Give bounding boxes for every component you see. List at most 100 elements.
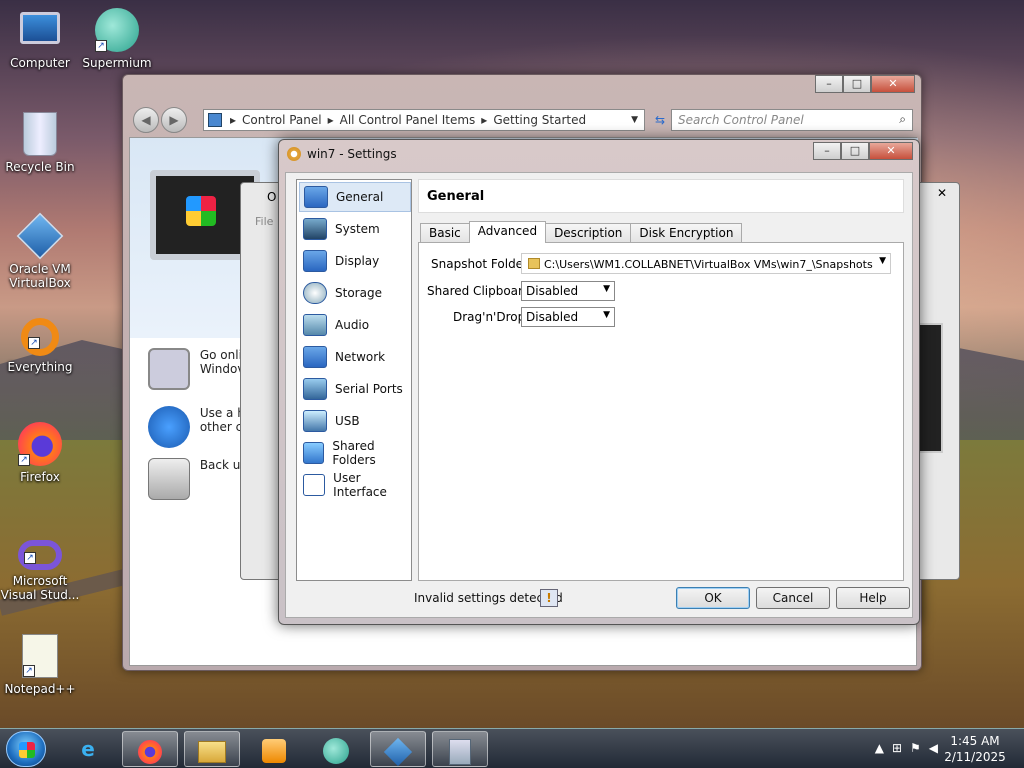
warning-icon[interactable]: ! xyxy=(540,589,558,607)
internet-explorer-taskbar-button[interactable]: e xyxy=(60,731,116,767)
explorer-taskbar-button[interactable] xyxy=(184,731,240,767)
ok-button[interactable]: OK xyxy=(676,587,750,609)
sidebar-item-label: General xyxy=(336,190,384,204)
sidebar-item-label: Audio xyxy=(335,318,370,332)
desktop-icon-virtualbox[interactable]: Oracle VM VirtualBox xyxy=(0,212,80,290)
search-placeholder: Search Control Panel xyxy=(678,113,804,127)
sidebar-item-label: Storage xyxy=(335,286,382,300)
sidebar-item-audio[interactable]: Audio xyxy=(299,310,411,340)
desktop-icon-supermium[interactable]: ↗ Supermium xyxy=(77,8,157,70)
virtualbox-icon xyxy=(383,737,413,766)
help-button[interactable]: Help xyxy=(836,587,910,609)
system-tray: ▲ ⊞ ⚑ ◀ xyxy=(875,741,938,755)
visual-studio-icon: ↗ xyxy=(18,540,62,570)
desktop-icon-label: Computer xyxy=(10,56,70,70)
close-button[interactable]: ✕ xyxy=(927,185,957,203)
chevron-down-icon: ▼ xyxy=(603,310,610,320)
desktop-icon-recycle-bin[interactable]: Recycle Bin xyxy=(0,112,80,174)
close-button[interactable]: ✕ xyxy=(871,75,915,93)
folder-icon xyxy=(528,258,540,269)
desktop-icon-computer[interactable]: Computer xyxy=(0,8,80,70)
general-icon xyxy=(304,186,328,208)
desktop-icon-firefox[interactable]: ↗ Firefox xyxy=(0,422,80,484)
show-hidden-icons-icon[interactable]: ▲ xyxy=(875,741,884,755)
taskbar-clock[interactable]: 1:45 AM 2/11/2025 xyxy=(940,733,1010,765)
clock-date: 2/11/2025 xyxy=(944,750,1006,764)
sidebar-item-serial-ports[interactable]: Serial Ports xyxy=(299,374,411,404)
sidebar-item-label: Display xyxy=(335,254,380,268)
shared-clipboard-select[interactable]: Disabled ▼ xyxy=(521,281,615,301)
sidebar-item-display[interactable]: Display xyxy=(299,246,411,276)
desktop-icon-label: Microsoft Visual Stud... xyxy=(0,574,80,602)
search-input[interactable]: Search Control Panel ⌕ xyxy=(671,109,913,131)
maximize-button[interactable]: □ xyxy=(841,142,869,160)
sidebar-item-shared-folders[interactable]: Shared Folders xyxy=(299,438,411,468)
everything-icon: ↗ xyxy=(21,318,59,356)
dialog-body: General System Display Storage Audio Net… xyxy=(285,172,913,618)
dragndrop-label: Drag'n'Drop: xyxy=(453,310,530,324)
firefox-icon xyxy=(138,739,162,764)
section-title: General xyxy=(418,179,904,213)
clock-time: 1:45 AM xyxy=(950,734,1000,748)
supermium-taskbar-button[interactable] xyxy=(308,731,364,767)
control-panel-caption-buttons: – □ ✕ xyxy=(815,75,915,93)
sidebar-item-general[interactable]: General xyxy=(299,182,411,212)
desktop-icon-everything[interactable]: ↗ Everything xyxy=(0,318,80,374)
sidebar-item-system[interactable]: System xyxy=(299,214,411,244)
dragndrop-value: Disabled xyxy=(526,310,579,324)
system-icon xyxy=(303,218,327,240)
minimize-button[interactable]: – xyxy=(815,75,843,93)
breadcrumb-separator-icon: ▸ xyxy=(230,113,237,127)
network-tray-icon[interactable]: ⊞ xyxy=(892,741,902,755)
desktop-icon-label: Everything xyxy=(7,360,73,374)
computer-icon xyxy=(20,12,60,44)
refresh-button[interactable]: ⇆ xyxy=(651,109,669,131)
minimize-button[interactable]: – xyxy=(813,142,841,160)
media-player-taskbar-button[interactable] xyxy=(246,731,302,767)
breadcrumb-item[interactable]: Getting Started xyxy=(493,113,586,127)
close-button[interactable]: ✕ xyxy=(869,142,913,160)
action-center-flag-icon[interactable]: ⚑ xyxy=(910,741,921,755)
notepad-plus-plus-icon: ↗ xyxy=(22,634,58,678)
speaker-icon xyxy=(303,314,327,336)
tab-description[interactable]: Description xyxy=(545,223,632,243)
snapshot-folder-selector[interactable]: C:\Users\WM1.COLLABNET\VirtualBox VMs\wi… xyxy=(521,253,891,274)
breadcrumb-item[interactable]: Control Panel xyxy=(242,113,322,127)
back-button[interactable]: ◀ xyxy=(133,107,159,133)
sidebar-item-label: Network xyxy=(335,350,386,364)
volume-muted-icon[interactable]: ◀ xyxy=(929,741,938,755)
address-dropdown-icon[interactable]: ▼ xyxy=(631,115,638,125)
chevron-down-icon: ▼ xyxy=(879,256,886,266)
forward-button[interactable]: ▶ xyxy=(161,107,187,133)
sidebar-item-storage[interactable]: Storage xyxy=(299,278,411,308)
breadcrumb-separator-icon: ▸ xyxy=(481,113,488,127)
address-bar[interactable]: ▸ Control Panel ▸ All Control Panel Item… xyxy=(203,109,645,131)
people-icon xyxy=(148,406,190,448)
vm-manager-menu-file[interactable]: File xyxy=(255,215,273,228)
chevron-down-icon: ▼ xyxy=(603,284,610,294)
task-label: Go onli Windov xyxy=(199,348,245,376)
tab-advanced[interactable]: Advanced xyxy=(468,221,547,243)
tab-basic[interactable]: Basic xyxy=(420,223,470,243)
tab-disk-encryption[interactable]: Disk Encryption xyxy=(630,223,743,243)
control-panel-taskbar-button[interactable] xyxy=(432,731,488,767)
sidebar-item-user-interface[interactable]: User Interface xyxy=(299,470,411,500)
settings-content: General Basic Advanced Description Disk … xyxy=(418,179,904,581)
dragndrop-select[interactable]: Disabled ▼ xyxy=(521,307,615,327)
search-icon: ⌕ xyxy=(899,112,906,126)
sidebar-item-network[interactable]: Network xyxy=(299,342,411,372)
cancel-button[interactable]: Cancel xyxy=(756,587,830,609)
shared-clipboard-value: Disabled xyxy=(526,284,579,298)
media-player-icon xyxy=(262,738,286,763)
start-button[interactable] xyxy=(6,731,46,767)
desktop-icon-visual-studio[interactable]: ↗ Microsoft Visual Stud... xyxy=(0,540,80,602)
firefox-taskbar-button[interactable] xyxy=(122,731,178,767)
maximize-button[interactable]: □ xyxy=(843,75,871,93)
desktop-icon-notepad-plus-plus[interactable]: ↗ Notepad++ xyxy=(0,634,80,696)
breadcrumb-item[interactable]: All Control Panel Items xyxy=(340,113,476,127)
virtualbox-icon xyxy=(16,212,64,260)
storage-icon xyxy=(303,282,327,304)
virtualbox-taskbar-button[interactable] xyxy=(370,731,426,767)
sidebar-item-label: Serial Ports xyxy=(335,382,403,396)
sidebar-item-usb[interactable]: USB xyxy=(299,406,411,436)
